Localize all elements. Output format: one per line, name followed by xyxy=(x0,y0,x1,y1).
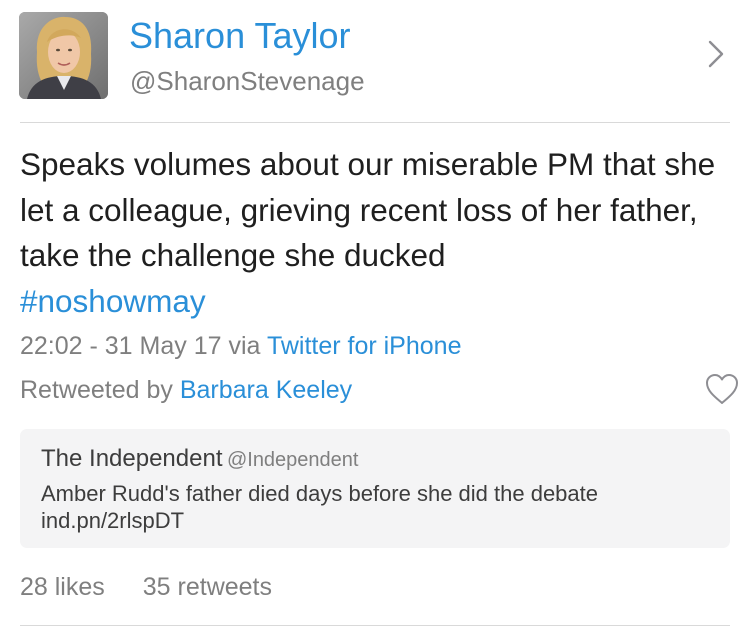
tweet-body: Speaks volumes about our miserable PM th… xyxy=(20,142,736,324)
tweet-meta: 22:02 - 31 May 17 via Twitter for iPhone xyxy=(20,329,461,363)
quoted-tweet-card[interactable]: The Independent @Independent Amber Rudd'… xyxy=(20,429,730,548)
quoted-tweet-header: The Independent @Independent xyxy=(41,444,358,477)
retweeted-by-label: Retweeted by xyxy=(20,376,173,404)
likes-count[interactable]: 28 likes xyxy=(20,573,105,601)
heart-icon[interactable] xyxy=(703,371,741,407)
quoted-tweet-text: Amber Rudd's father died days before she… xyxy=(41,480,721,534)
retweeter-link[interactable]: Barbara Keeley xyxy=(180,376,352,404)
tweet-text: Speaks volumes about our miserable PM th… xyxy=(20,146,716,273)
via-label: via xyxy=(228,332,261,360)
retweeted-by: Retweeted by Barbara Keeley xyxy=(20,373,352,407)
avatar[interactable] xyxy=(19,12,108,99)
avatar-photo xyxy=(19,12,108,99)
timestamp: 22:02 - 31 May 17 xyxy=(20,332,222,360)
author-name[interactable]: Sharon Taylor xyxy=(129,14,350,58)
header-divider xyxy=(20,122,730,123)
chevron-right-icon[interactable] xyxy=(706,38,726,70)
tweet-stats: 28 likes 35 retweets xyxy=(20,570,272,604)
source-link[interactable]: Twitter for iPhone xyxy=(267,332,462,360)
quoted-tweet-line-1: Amber Rudd's father died days before she… xyxy=(41,481,599,506)
retweets-count[interactable]: 35 retweets xyxy=(143,573,272,601)
author-handle[interactable]: @SharonStevenage xyxy=(130,64,365,98)
tweet-header: Sharon Taylor @SharonStevenage xyxy=(0,0,750,122)
quoted-author-handle: @Independent xyxy=(226,449,359,471)
hashtag-link[interactable]: #noshowmay xyxy=(20,283,206,319)
footer-divider xyxy=(20,625,730,626)
quoted-author-name: The Independent xyxy=(41,445,223,472)
quoted-tweet-link[interactable]: ind.pn/2rlspDT xyxy=(41,508,184,533)
